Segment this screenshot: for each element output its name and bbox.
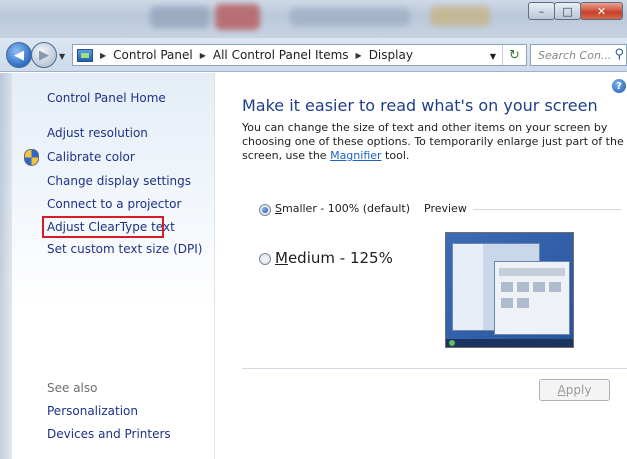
preview-label: Preview [424,202,467,215]
smaller-option-label[interactable]: Smaller - 100% (default) [275,202,410,215]
sidebar-item-change-display-settings[interactable]: Change display settings [47,174,191,188]
sidebar-item-adjust-resolution[interactable]: Adjust resolution [47,126,148,140]
title-bar: – □ ✕ [0,0,627,38]
blurred-background [150,6,210,28]
description-text-end: tool. [381,149,410,162]
preview-window-front [494,261,570,335]
refresh-button[interactable]: ↻ [502,45,526,65]
breadcrumb-all-items[interactable]: All Control Panel Items [213,48,349,62]
sidebar-item-devices-printers[interactable]: Devices and Printers [47,427,171,441]
preview-divider [473,209,621,210]
search-icon[interactable]: ⚲ [614,47,624,62]
medium-label-rest: edium - 125% [287,249,393,267]
blurred-background [430,6,490,26]
maximize-button[interactable]: □ [554,2,581,20]
forward-button[interactable]: ▶ [31,42,57,68]
see-also-heading: See also [47,381,98,395]
breadcrumb-control-panel[interactable]: Control Panel [113,48,193,62]
chevron-right-icon[interactable]: ▶ [200,51,206,60]
chevron-right-icon[interactable]: ▶ [356,51,362,60]
search-input[interactable]: Search Con... ⚲ [530,44,627,66]
medium-accelerator: M [275,249,288,267]
apply-button[interactable]: Apply [539,379,610,401]
main-content: ? Make it easier to read what's on your … [216,73,627,459]
apply-accelerator: A [557,383,566,397]
shield-icon [24,149,39,166]
smaller-radio[interactable] [259,204,271,216]
page-title: Make it easier to read what's on your sc… [242,96,598,115]
medium-option-label[interactable]: Medium - 125% [275,249,393,267]
magnifier-link[interactable]: Magnifier [330,149,381,162]
close-button[interactable]: ✕ [580,2,623,20]
sidebar-item-control-panel-home[interactable]: Control Panel Home [47,91,166,105]
recent-pages-dropdown[interactable]: ▼ [59,52,65,61]
preview-image [445,232,574,348]
help-icon[interactable]: ? [612,79,626,93]
search-placeholder: Search Con... [538,48,612,62]
minimize-button[interactable]: – [528,2,555,20]
breadcrumb-display[interactable]: Display [369,48,413,62]
blurred-background [290,8,410,26]
medium-radio[interactable] [259,253,271,265]
window-controls: – □ ✕ [528,2,623,20]
smaller-accelerator: S [275,202,282,215]
sidebar-item-custom-text-size[interactable]: Set custom text size (DPI) [47,242,202,256]
apply-label-rest: pply [565,383,592,397]
highlight-box [42,216,164,238]
preview-taskbar [446,339,573,347]
smaller-label-rest: maller - 100% (default) [281,202,411,215]
window-edge [0,73,12,459]
navigation-bar: ◀ ▶ ▼ ▶ Control Panel ▶ All Control Pane… [0,38,627,72]
page-description: You can change the size of text and othe… [242,121,627,163]
address-dropdown-icon[interactable]: ▼ [490,52,496,61]
sidebar-item-calibrate-color[interactable]: Calibrate color [47,150,135,164]
sidebar-item-personalization[interactable]: Personalization [47,404,138,418]
address-bar[interactable]: ▶ Control Panel ▶ All Control Panel Item… [72,44,527,66]
chevron-right-icon[interactable]: ▶ [100,51,106,60]
breadcrumb: ▶ Control Panel ▶ All Control Panel Item… [93,48,413,62]
blurred-background [215,4,260,30]
sidebar-item-connect-projector[interactable]: Connect to a projector [47,197,181,211]
divider [242,368,627,369]
control-panel-icon [77,48,93,62]
back-button[interactable]: ◀ [6,42,32,68]
description-text: You can change the size of text and othe… [242,121,624,162]
